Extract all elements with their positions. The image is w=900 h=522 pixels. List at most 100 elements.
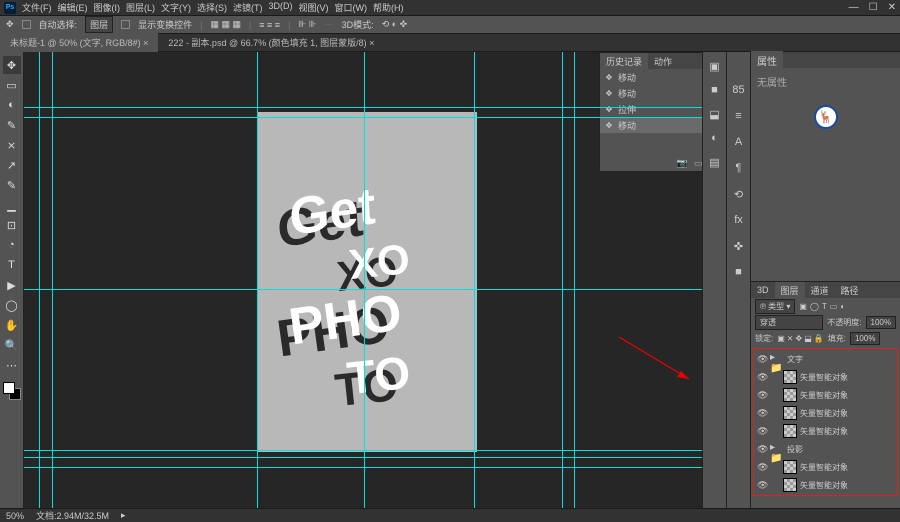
visibility-toggle[interactable]: 👁 [757, 444, 767, 455]
lock-icon[interactable]: ✥ [796, 334, 803, 343]
history-step[interactable]: ✥移动 [600, 117, 702, 133]
guide-vertical[interactable] [52, 52, 53, 508]
dock-icon[interactable]: A [731, 134, 747, 150]
lock-icon[interactable]: ⨯ [787, 334, 794, 343]
tool-button[interactable]: ▶ [3, 276, 21, 294]
layer-filter-icon[interactable]: ◯ [810, 302, 819, 311]
menu-item[interactable]: 帮助(H) [373, 1, 404, 14]
guide-vertical[interactable] [364, 52, 365, 508]
dock-icon[interactable]: ⬓ [707, 106, 723, 122]
menu-item[interactable]: 图像(I) [94, 1, 121, 14]
layer-filter-icon[interactable]: T [822, 302, 827, 311]
guide-vertical[interactable] [574, 52, 575, 508]
dock-icon[interactable]: ■ [731, 264, 747, 280]
lock-icon[interactable]: 🔒 [814, 334, 824, 343]
menu-item[interactable]: 滤镜(T) [233, 1, 263, 14]
tool-button[interactable]: T [3, 256, 21, 274]
tool-button[interactable]: 🔍 [3, 336, 21, 354]
layer-row[interactable]: 👁▸📁文字 [755, 350, 896, 368]
layers-tab[interactable]: 3D [751, 283, 775, 297]
show-transform-checkbox[interactable] [121, 20, 130, 29]
menu-item[interactable]: 图层(L) [126, 1, 155, 14]
properties-tab[interactable]: 属性 [751, 51, 783, 70]
layers-tab[interactable]: 图层 [775, 282, 805, 299]
zoom-level[interactable]: 50% [6, 511, 24, 521]
guide-vertical[interactable] [562, 52, 563, 508]
document-tab[interactable]: 未标题-1 @ 50% (文字, RGB/8#) × [0, 33, 158, 52]
dock-icon[interactable]: ▣ [707, 58, 723, 74]
visibility-toggle[interactable]: 👁 [757, 462, 767, 473]
guide-vertical[interactable] [474, 52, 475, 508]
layer-filter-type[interactable]: ℗ 类型 ▾ [755, 299, 795, 314]
layers-tab[interactable]: 通道 [805, 282, 835, 299]
history-tab[interactable]: 历史记录 [600, 53, 648, 70]
history-new-icon[interactable]: ▭ [694, 158, 702, 169]
actions-tab[interactable]: 动作 [648, 53, 678, 70]
fill-input[interactable]: 100% [850, 332, 880, 345]
menu-item[interactable]: 编辑(E) [58, 1, 88, 14]
visibility-toggle[interactable]: 👁 [757, 372, 767, 383]
layer-filter-icon[interactable]: ▭ [830, 302, 838, 311]
tool-button[interactable]: ✋ [3, 316, 21, 334]
layer-row[interactable]: 👁矢量智能对象 [755, 386, 896, 404]
layer-row[interactable]: 👁矢量智能对象 [755, 422, 896, 440]
layer-row[interactable]: 👁▸📁投影 [755, 440, 896, 458]
tool-button[interactable]: ⊡ [3, 216, 21, 234]
tool-button[interactable]: ▁ [3, 196, 21, 214]
close-button[interactable]: ✕ [888, 2, 896, 13]
lock-icon[interactable]: ▣ [777, 334, 785, 343]
dock-icon[interactable]: 85 [731, 82, 747, 98]
opacity-input[interactable]: 100% [866, 316, 896, 329]
visibility-toggle[interactable]: 👁 [757, 390, 767, 401]
dock-icon[interactable]: ◐ [707, 130, 723, 146]
guide-horizontal[interactable] [24, 289, 702, 290]
document-tab[interactable]: 222 - 副本.psd @ 66.7% (颜色填充 1, 图层蒙版/8) × [158, 33, 384, 52]
history-step[interactable]: ✥移动 [600, 85, 702, 101]
tool-button[interactable]: ◐ [3, 96, 21, 114]
history-step[interactable]: ✥移动 [600, 69, 702, 85]
guide-vertical[interactable] [257, 52, 258, 508]
history-step[interactable]: ✥拉伸 [600, 101, 702, 117]
guide-horizontal[interactable] [24, 450, 702, 451]
tool-button[interactable]: ◔ [3, 236, 21, 254]
tool-button[interactable]: ↗ [3, 156, 21, 174]
maximize-button[interactable]: ☐ [869, 2, 878, 13]
history-panel[interactable]: 历史记录 动作 ✥移动✥移动✥拉伸✥移动 📷▭🗑 [599, 52, 702, 172]
tool-button[interactable]: ◯ [3, 296, 21, 314]
tool-button[interactable]: ▭ [3, 76, 21, 94]
tool-button[interactable]: ✎ [3, 176, 21, 194]
auto-select-checkbox[interactable] [22, 20, 31, 29]
blend-mode-select[interactable]: 穿透 [755, 315, 823, 330]
guide-horizontal[interactable] [24, 467, 702, 468]
guide-horizontal[interactable] [24, 457, 702, 458]
dock-icon[interactable]: ≡ [731, 108, 747, 124]
auto-select-mode[interactable]: 图层 [85, 16, 113, 33]
layer-row[interactable]: 👁矢量智能对象 [755, 404, 896, 422]
history-camera-icon[interactable]: 📷 [677, 158, 688, 169]
visibility-toggle[interactable]: 👁 [757, 408, 767, 419]
dock-icon[interactable]: ¶ [731, 160, 747, 176]
guide-horizontal[interactable] [24, 107, 702, 108]
dock-icon[interactable]: fx [731, 212, 747, 228]
menu-item[interactable]: 窗口(W) [335, 1, 368, 14]
visibility-toggle[interactable]: 👁 [757, 354, 767, 365]
dock-icon[interactable]: ▤ [707, 154, 723, 170]
dock-icon[interactable]: ✜ [731, 238, 747, 254]
minimize-button[interactable]: — [849, 2, 859, 13]
guide-horizontal[interactable] [24, 117, 702, 118]
dock-icon[interactable]: ⟲ [731, 186, 747, 202]
tool-button[interactable]: ✎ [3, 116, 21, 134]
menu-item[interactable]: 3D(D) [269, 1, 293, 14]
menu-item[interactable]: 文字(Y) [161, 1, 191, 14]
canvas-area[interactable]: Get XO PHO TO Get XO PHO TO 历史记录 动作 ✥移动✥… [24, 52, 702, 508]
layer-filter-icon[interactable]: ◐ [840, 302, 845, 311]
menu-item[interactable]: 文件(F) [22, 1, 52, 14]
color-swatch[interactable] [3, 382, 21, 400]
layer-filter-icon[interactable]: ▣ [799, 302, 807, 311]
menu-item[interactable]: 选择(S) [197, 1, 227, 14]
visibility-toggle[interactable]: 👁 [757, 426, 767, 437]
menu-item[interactable]: 视图(V) [299, 1, 329, 14]
tool-button[interactable]: ⨯ [3, 136, 21, 154]
dock-icon[interactable]: ■ [707, 82, 723, 98]
tool-button[interactable]: ⋯ [3, 356, 21, 374]
